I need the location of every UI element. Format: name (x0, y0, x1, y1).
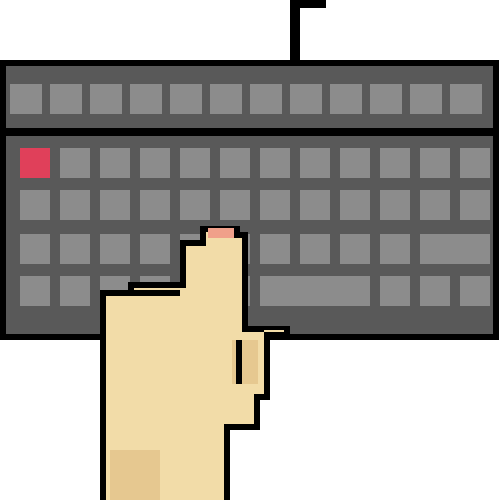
keyboard-key (460, 276, 490, 306)
keyboard-key (100, 234, 130, 264)
keyboard-key (60, 276, 90, 306)
keyboard-cable (290, 0, 326, 64)
keyboard-key (380, 276, 410, 306)
keyboard-key (340, 190, 370, 220)
keyboard-key (420, 148, 450, 178)
keyboard-key (370, 84, 402, 114)
keyboard-key (380, 190, 410, 220)
keyboard-key (300, 234, 330, 264)
keyboard-key (130, 84, 162, 114)
keyboard-key (60, 234, 90, 264)
keyboard-key (170, 84, 202, 114)
keyboard-key (420, 234, 490, 264)
keyboard-key (220, 148, 250, 178)
keyboard-key (20, 234, 50, 264)
keyboard-key (140, 148, 170, 178)
keyboard-key (380, 148, 410, 178)
escape-key (20, 148, 50, 178)
keyboard-key (420, 190, 450, 220)
keyboard-key (10, 84, 42, 114)
keyboard-key (260, 148, 290, 178)
keyboard-key (260, 276, 370, 306)
keyboard-illustration (0, 0, 499, 500)
keyboard-key (410, 84, 442, 114)
keyboard-key (180, 190, 210, 220)
keyboard-key (260, 190, 290, 220)
keyboard-key (450, 84, 482, 114)
keyboard-key (330, 84, 362, 114)
keyboard-key (60, 148, 90, 178)
keyboard-key (300, 148, 330, 178)
keyboard-key (100, 190, 130, 220)
keyboard-key (250, 84, 282, 114)
keyboard-key (260, 234, 290, 264)
keyboard-key (50, 84, 82, 114)
keyboard-key (300, 190, 330, 220)
keyboard-key (90, 84, 122, 114)
keyboard-key (220, 190, 250, 220)
keyboard-key (290, 84, 322, 114)
keyboard-key (180, 148, 210, 178)
keyboard-key (100, 148, 130, 178)
keyboard-key (20, 276, 50, 306)
keyboard-key (460, 190, 490, 220)
keyboard-key (380, 234, 410, 264)
keyboard-key (210, 84, 242, 114)
keyboard-key (20, 190, 50, 220)
keyboard-key (140, 234, 170, 264)
keyboard-key (60, 190, 90, 220)
keyboard-key (460, 148, 490, 178)
keyboard-key (340, 234, 370, 264)
keyboard-key (340, 148, 370, 178)
keyboard-key (140, 190, 170, 220)
keyboard-key (420, 276, 450, 306)
